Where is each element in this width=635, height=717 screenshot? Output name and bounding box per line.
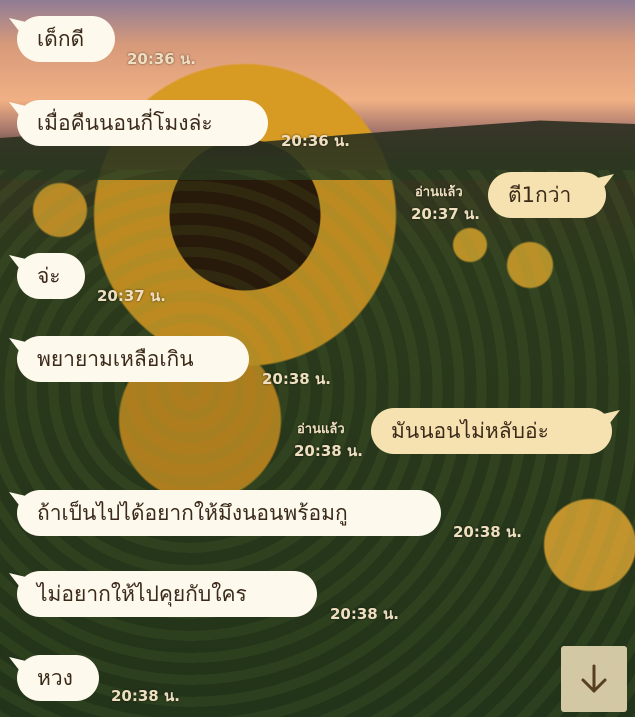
scroll-to-bottom-button[interactable] <box>561 646 627 712</box>
message-timestamp: 20:38 น. <box>294 442 363 460</box>
read-receipt: อ่านแล้ว <box>415 185 463 200</box>
read-receipt: อ่านแล้ว <box>297 422 345 437</box>
message-timestamp: 20:38 น. <box>262 370 331 388</box>
message-timestamp: 20:37 น. <box>411 205 480 223</box>
message-bubble-incoming[interactable]: เมื่อคืนนอนกี่โมงล่ะ <box>17 100 268 146</box>
message-text: หวง <box>37 665 73 690</box>
message-bubble-incoming[interactable]: เด็กดี <box>17 16 115 62</box>
message-bubble-outgoing[interactable]: มันนอนไม่หลับอ่ะ <box>371 408 612 454</box>
message-text: เด็กดี <box>37 26 85 51</box>
message-timestamp: 20:38 น. <box>453 523 522 541</box>
arrow-down-icon <box>581 664 607 693</box>
message-text: จ่ะ <box>37 263 61 288</box>
message-timestamp: 20:37 น. <box>97 287 166 305</box>
message-bubble-incoming[interactable]: หวง <box>17 655 99 701</box>
message-bubble-incoming[interactable]: จ่ะ <box>17 253 85 299</box>
message-timestamp: 20:36 น. <box>281 132 350 150</box>
message-text: ถ้าเป็นไปได้อยากให้มึงนอนพร้อมกู <box>37 500 348 525</box>
message-bubble-incoming[interactable]: พยายามเหลือเกิน <box>17 336 249 382</box>
message-text: เมื่อคืนนอนกี่โมงล่ะ <box>37 110 213 135</box>
message-text: พยายามเหลือเกิน <box>37 346 194 371</box>
message-timestamp: 20:38 น. <box>330 605 399 623</box>
message-timestamp: 20:36 น. <box>127 50 196 68</box>
message-text: มันนอนไม่หลับอ่ะ <box>391 418 549 443</box>
message-bubble-incoming[interactable]: ถ้าเป็นไปได้อยากให้มึงนอนพร้อมกู <box>17 490 441 536</box>
message-bubble-incoming[interactable]: ไม่อยากให้ไปคุยกับใคร <box>17 571 317 617</box>
message-timestamp: 20:38 น. <box>111 687 180 705</box>
message-text: ไม่อยากให้ไปคุยกับใคร <box>37 581 247 606</box>
message-text: ตี1กว่า <box>508 182 572 207</box>
message-bubble-outgoing[interactable]: ตี1กว่า <box>488 172 606 218</box>
